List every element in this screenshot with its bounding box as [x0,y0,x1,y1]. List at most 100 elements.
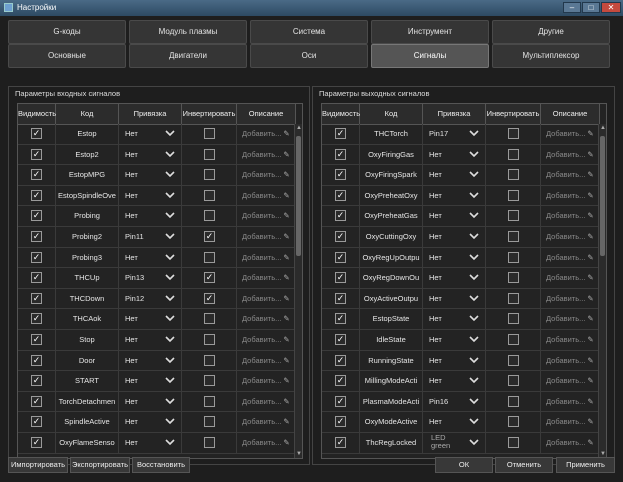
binding-select[interactable]: Нет [119,371,182,391]
invert-checkbox[interactable] [508,210,519,222]
invert-checkbox[interactable] [508,333,519,345]
binding-select[interactable]: Нет [119,144,182,165]
description-cell[interactable]: Добавить... ✎ [541,206,600,226]
chevron-down-icon[interactable] [469,149,479,159]
pencil-icon[interactable]: ✎ [283,273,289,282]
description-cell[interactable]: Добавить... ✎ [237,350,296,371]
invert-checkbox[interactable] [204,128,215,139]
pencil-icon[interactable]: ✎ [283,376,289,385]
pencil-icon[interactable]: ✎ [283,294,289,303]
description-cell[interactable]: Добавить... ✎ [541,329,600,350]
visibility-checkbox[interactable]: ✓ [335,230,346,242]
chevron-down-icon[interactable] [165,169,175,179]
binding-select[interactable]: Нет [423,206,486,226]
chevron-down-icon[interactable] [165,416,175,426]
binding-select[interactable]: Нет [423,165,486,185]
visibility-checkbox[interactable]: ✓ [31,189,42,201]
tab-2-2[interactable]: Двигатели [129,44,247,68]
pencil-icon[interactable]: ✎ [283,438,289,447]
binding-select[interactable]: Pin17 [423,124,486,144]
binding-select[interactable]: Нет [423,412,486,432]
binding-select[interactable]: Нет [423,309,486,329]
visibility-checkbox[interactable]: ✓ [335,169,346,181]
visibility-checkbox[interactable]: ✓ [335,375,346,387]
scroll-up-icon[interactable]: ▲ [600,125,606,131]
import-button[interactable]: Импортировать [8,457,68,473]
pencil-icon[interactable]: ✎ [283,211,289,220]
invert-checkbox[interactable] [204,189,215,201]
column-header[interactable]: Код [360,104,423,124]
pencil-icon[interactable]: ✎ [283,253,289,262]
visibility-checkbox[interactable]: ✓ [31,375,42,387]
binding-select[interactable]: Нет [423,329,486,350]
chevron-down-icon[interactable] [165,272,175,282]
visibility-checkbox[interactable]: ✓ [31,313,42,325]
invert-checkbox[interactable] [508,313,519,325]
visibility-checkbox[interactable]: ✓ [335,313,346,325]
invert-checkbox[interactable]: ✓ [204,292,215,304]
invert-checkbox[interactable] [204,395,215,407]
pencil-icon[interactable]: ✎ [283,191,289,200]
binding-select[interactable]: Нет [423,247,486,268]
export-button[interactable]: Экспортировать [70,457,130,473]
scrollbar-thumb[interactable] [296,136,301,256]
pencil-icon[interactable]: ✎ [587,211,593,220]
column-header[interactable]: Видимость [322,104,360,124]
binding-select[interactable]: Нет [119,309,182,329]
description-cell[interactable]: Добавить... ✎ [237,247,296,268]
pencil-icon[interactable]: ✎ [283,232,289,241]
visibility-checkbox[interactable]: ✓ [31,230,42,242]
chevron-down-icon[interactable] [469,375,479,385]
invert-checkbox[interactable] [508,272,519,284]
close-icon[interactable]: ✕ [601,2,621,13]
invert-checkbox[interactable] [204,436,215,448]
vertical-scrollbar[interactable]: ▲ ▼ [294,124,302,458]
chevron-down-icon[interactable] [469,169,479,179]
visibility-checkbox[interactable]: ✓ [31,436,42,448]
visibility-checkbox[interactable]: ✓ [335,333,346,345]
column-header[interactable]: Привязка [119,104,182,124]
binding-select[interactable]: Pin12 [119,288,182,309]
binding-select[interactable]: Pin16 [423,391,486,412]
column-header[interactable]: Описание [237,104,296,124]
visibility-checkbox[interactable]: ✓ [31,251,42,263]
chevron-down-icon[interactable] [469,396,479,406]
tab-1-4[interactable]: Инструмент [371,20,489,44]
column-header[interactable]: Инвертировать [486,104,541,124]
visibility-checkbox[interactable]: ✓ [31,395,42,407]
invert-checkbox[interactable] [508,148,519,160]
visibility-checkbox[interactable]: ✓ [335,292,346,304]
description-cell[interactable]: Добавить... ✎ [541,432,600,453]
description-cell[interactable]: Добавить... ✎ [237,268,296,288]
visibility-checkbox[interactable]: ✓ [335,354,346,366]
pencil-icon[interactable]: ✎ [283,397,289,406]
chevron-down-icon[interactable] [469,355,479,365]
pencil-icon[interactable]: ✎ [587,356,593,365]
visibility-checkbox[interactable]: ✓ [335,416,346,428]
chevron-down-icon[interactable] [469,313,479,323]
binding-select[interactable]: Нет [423,185,486,206]
chevron-down-icon[interactable] [165,396,175,406]
vertical-scrollbar[interactable]: ▲ ▼ [598,124,606,458]
chevron-down-icon[interactable] [469,416,479,426]
binding-select[interactable]: Нет [119,329,182,350]
chevron-down-icon[interactable] [469,334,479,344]
description-cell[interactable]: Добавить... ✎ [541,144,600,165]
chevron-down-icon[interactable] [165,334,175,344]
invert-checkbox[interactable] [508,189,519,201]
binding-select[interactable]: Нет [119,185,182,206]
description-cell[interactable]: Добавить... ✎ [237,206,296,226]
chevron-down-icon[interactable] [165,375,175,385]
pencil-icon[interactable]: ✎ [587,438,593,447]
invert-checkbox[interactable] [508,375,519,387]
binding-select[interactable]: Нет [423,371,486,391]
column-header[interactable]: Видимость [18,104,56,124]
invert-checkbox[interactable] [508,169,519,181]
description-cell[interactable]: Добавить... ✎ [541,247,600,268]
binding-select[interactable]: Нет [423,268,486,288]
invert-checkbox[interactable] [508,416,519,428]
invert-checkbox[interactable] [204,354,215,366]
pencil-icon[interactable]: ✎ [283,335,289,344]
visibility-checkbox[interactable]: ✓ [31,169,42,181]
apply-button[interactable]: Применить [556,457,615,473]
